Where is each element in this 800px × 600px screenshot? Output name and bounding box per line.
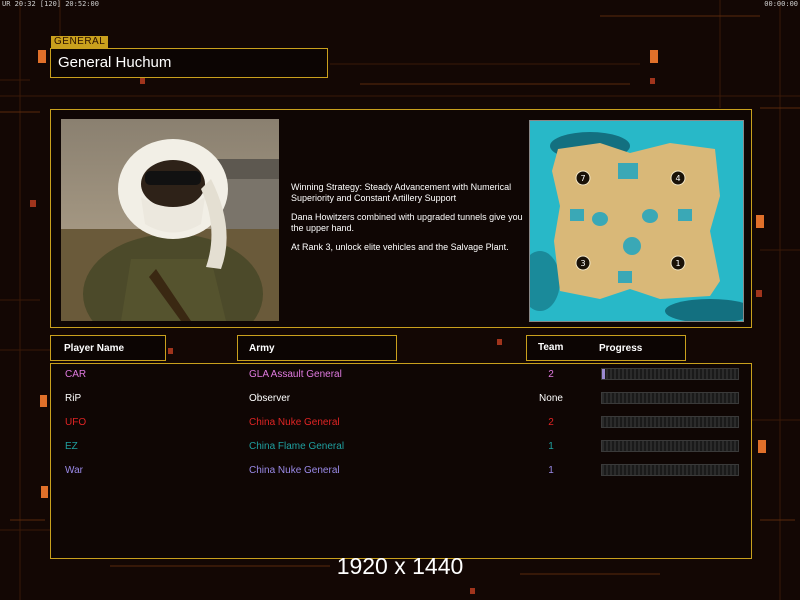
start-position-3: 3: [580, 259, 585, 268]
header-army: Army: [237, 335, 397, 361]
start-position-1: 1: [675, 259, 680, 268]
strategy-text: Winning Strategy: Steady Advancement wit…: [291, 182, 531, 261]
player-name: UFO: [65, 417, 87, 428]
player-team: 1: [548, 441, 554, 452]
header-team-progress: Team Progress: [526, 335, 686, 361]
player-row: CAR GLA Assault General 2: [51, 365, 751, 385]
player-name: RiP: [65, 393, 82, 404]
player-army: China Nuke General: [249, 465, 340, 476]
progress-bar: [601, 440, 739, 452]
player-name: EZ: [65, 441, 78, 452]
progress-bar: [601, 416, 739, 428]
player-army: GLA Assault General: [249, 369, 342, 380]
strategy-line-1: Winning Strategy: Steady Advancement wit…: [291, 182, 512, 203]
player-army: China Flame General: [249, 441, 345, 452]
player-row: War China Nuke General 1: [51, 461, 751, 481]
header-army-label: Army: [249, 343, 275, 354]
player-team: 2: [548, 369, 554, 380]
general-portrait: [61, 119, 279, 321]
resolution-label: 1920 x 1440: [336, 553, 464, 579]
player-army: China Nuke General: [249, 417, 340, 428]
progress-bar: [601, 368, 739, 380]
header-player-label: Player Name: [64, 343, 125, 354]
map-preview: 7 4 3 1: [529, 120, 744, 322]
start-position-7: 7: [580, 174, 585, 183]
general-name-box: General Huchum: [50, 48, 328, 78]
player-team: 1: [548, 465, 554, 476]
player-list: CAR GLA Assault General 2 RiP Observer N…: [50, 363, 752, 559]
general-tag: GENERAL: [51, 36, 109, 48]
progress-fill: [602, 369, 605, 379]
header-team-label: Team: [538, 342, 564, 353]
player-name: War: [65, 465, 83, 476]
status-bar-left: UR 20:32 [120] 20:52:00: [2, 0, 99, 8]
player-row: EZ China Flame General 1: [51, 437, 751, 457]
player-name: CAR: [65, 369, 87, 380]
progress-bar: [601, 464, 739, 476]
strategy-line-3: At Rank 3, unlock elite vehicles and the…: [291, 242, 509, 252]
header-progress-label: Progress: [599, 343, 643, 354]
progress-bar: [601, 392, 739, 404]
start-position-4: 4: [675, 174, 680, 183]
general-info-panel: Winning Strategy: Steady Advancement wit…: [50, 109, 752, 328]
player-army: Observer: [249, 393, 291, 404]
status-bar-right: 00:00:00: [764, 0, 798, 8]
player-row: UFO China Nuke General 2: [51, 413, 751, 433]
player-team: None: [539, 393, 563, 404]
strategy-line-2: Dana Howitzers combined with upgraded tu…: [291, 212, 523, 233]
header-player-name: Player Name: [50, 335, 166, 361]
player-team: 2: [548, 417, 554, 428]
general-name: General Huchum: [58, 54, 172, 71]
player-row: RiP Observer None: [51, 389, 751, 409]
